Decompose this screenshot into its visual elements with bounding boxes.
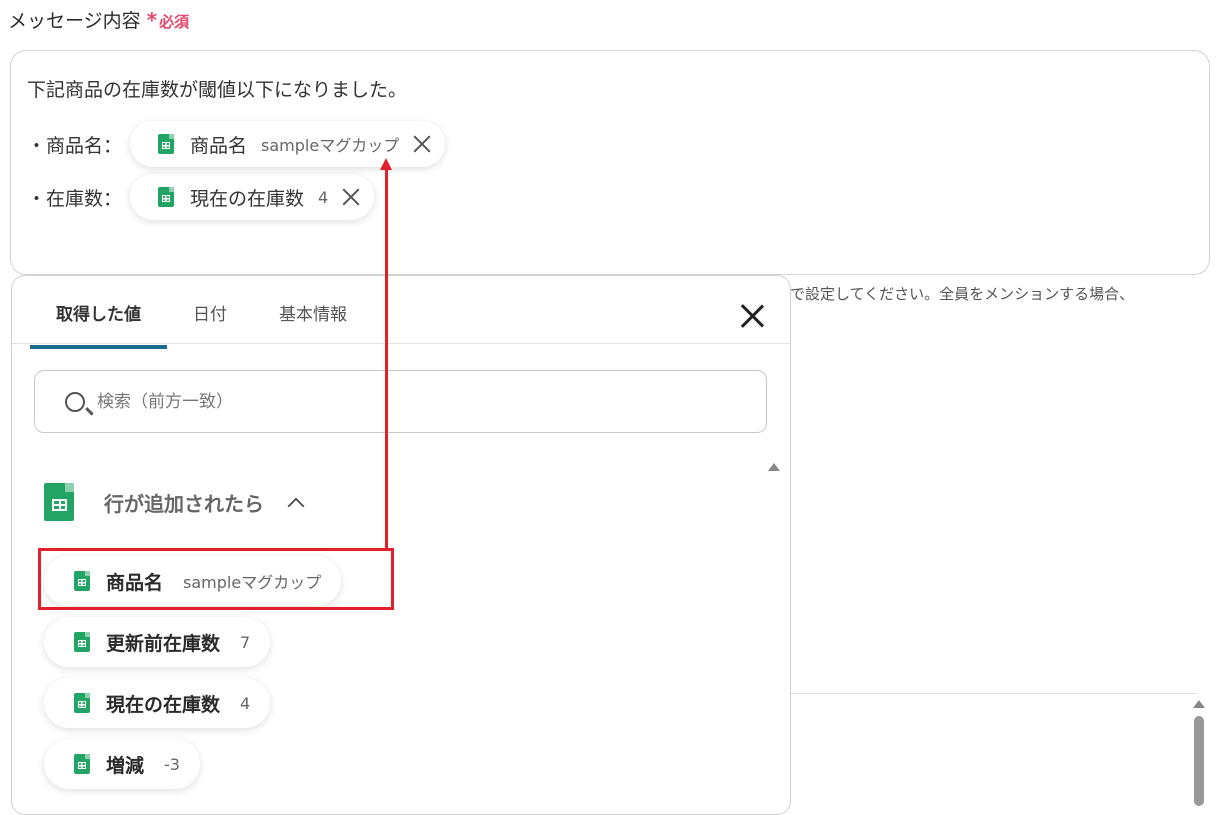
tab-basic-info[interactable]: 基本情報: [253, 294, 373, 349]
value-item-current-stock[interactable]: 現在の在庫数 4: [44, 678, 271, 728]
google-sheets-icon: [158, 134, 174, 154]
google-sheets-icon: [158, 187, 174, 207]
google-sheets-icon: [74, 693, 90, 713]
row-label: ・商品名：: [27, 134, 123, 157]
message-field-label: メッセージ内容 * 必須: [8, 6, 189, 33]
google-sheets-icon: [74, 754, 90, 774]
tab-acquired-values[interactable]: 取得した値: [30, 294, 167, 349]
value-item-product-name[interactable]: 商品名 sampleマグカップ: [44, 556, 342, 606]
chip-name: 現在の在庫数: [190, 187, 305, 210]
group-header-row-added[interactable]: 行が追加されたら: [44, 483, 305, 521]
search-box[interactable]: [34, 370, 767, 433]
tab-date[interactable]: 日付: [167, 294, 253, 349]
message-text-line[interactable]: 下記商品の在庫数が閾値以下になりました。: [27, 75, 407, 102]
tabs-divider: [12, 343, 790, 344]
remove-chip-close-icon[interactable]: [413, 135, 431, 153]
search-icon: [65, 391, 85, 412]
item-value: 4: [240, 693, 251, 713]
required-label: 必須: [159, 13, 190, 31]
item-name: 更新前在庫数: [106, 632, 221, 655]
item-name: 増減: [106, 754, 145, 777]
lower-field-area: [791, 693, 1197, 800]
scrollbar-thumb[interactable]: [1194, 716, 1204, 806]
item-value: sampleマグカップ: [183, 573, 322, 592]
panel-close-icon[interactable]: [740, 304, 764, 328]
variable-chip-product-name[interactable]: 商品名 sampleマグカップ: [130, 121, 446, 167]
variable-chip-current-stock[interactable]: 現在の在庫数 4: [130, 174, 375, 220]
field-title: メッセージ内容: [8, 10, 141, 32]
required-asterisk: *: [146, 8, 158, 32]
message-textarea[interactable]: 下記商品の在庫数が閾値以下になりました。 ・商品名： 商品名 sampleマグカ…: [10, 50, 1210, 275]
remove-chip-close-icon[interactable]: [342, 188, 360, 206]
value-item-change[interactable]: 増減 -3: [44, 739, 200, 789]
required-badge: * 必須: [147, 8, 189, 32]
item-value: 7: [240, 632, 251, 652]
chip-value: sampleマグカップ: [261, 136, 400, 155]
google-sheets-icon: [44, 483, 74, 521]
item-name: 現在の在庫数: [106, 693, 221, 716]
row-label: ・在庫数：: [27, 187, 123, 210]
annotation-arrow-head-icon: [380, 158, 392, 170]
scroll-up-arrow-icon[interactable]: [768, 463, 780, 471]
item-name: 商品名: [106, 571, 164, 594]
picker-tabs: 取得した値 日付 基本情報: [30, 294, 373, 349]
field-hint-text: で設定してください。全員をメンションする場合、: [790, 285, 1135, 303]
group-title: 行が追加されたら: [104, 491, 264, 516]
variable-picker-panel: 取得した値 日付 基本情報 行が追加されたら 商品名 sampleマグカップ 更…: [11, 275, 791, 815]
google-sheets-icon: [74, 632, 90, 652]
message-row-stock: ・在庫数： 現在の在庫数 4: [27, 174, 375, 220]
chip-name: 商品名: [190, 134, 248, 157]
chip-value: 4: [318, 187, 329, 207]
chevron-up-icon[interactable]: [287, 497, 305, 515]
search-input[interactable]: [97, 391, 697, 412]
value-item-previous-stock[interactable]: 更新前在庫数 7: [44, 617, 271, 667]
item-value: -3: [164, 754, 180, 774]
google-sheets-icon: [74, 571, 90, 591]
scroll-up-arrow-icon[interactable]: [1193, 700, 1205, 708]
annotation-arrow-line: [385, 165, 388, 550]
